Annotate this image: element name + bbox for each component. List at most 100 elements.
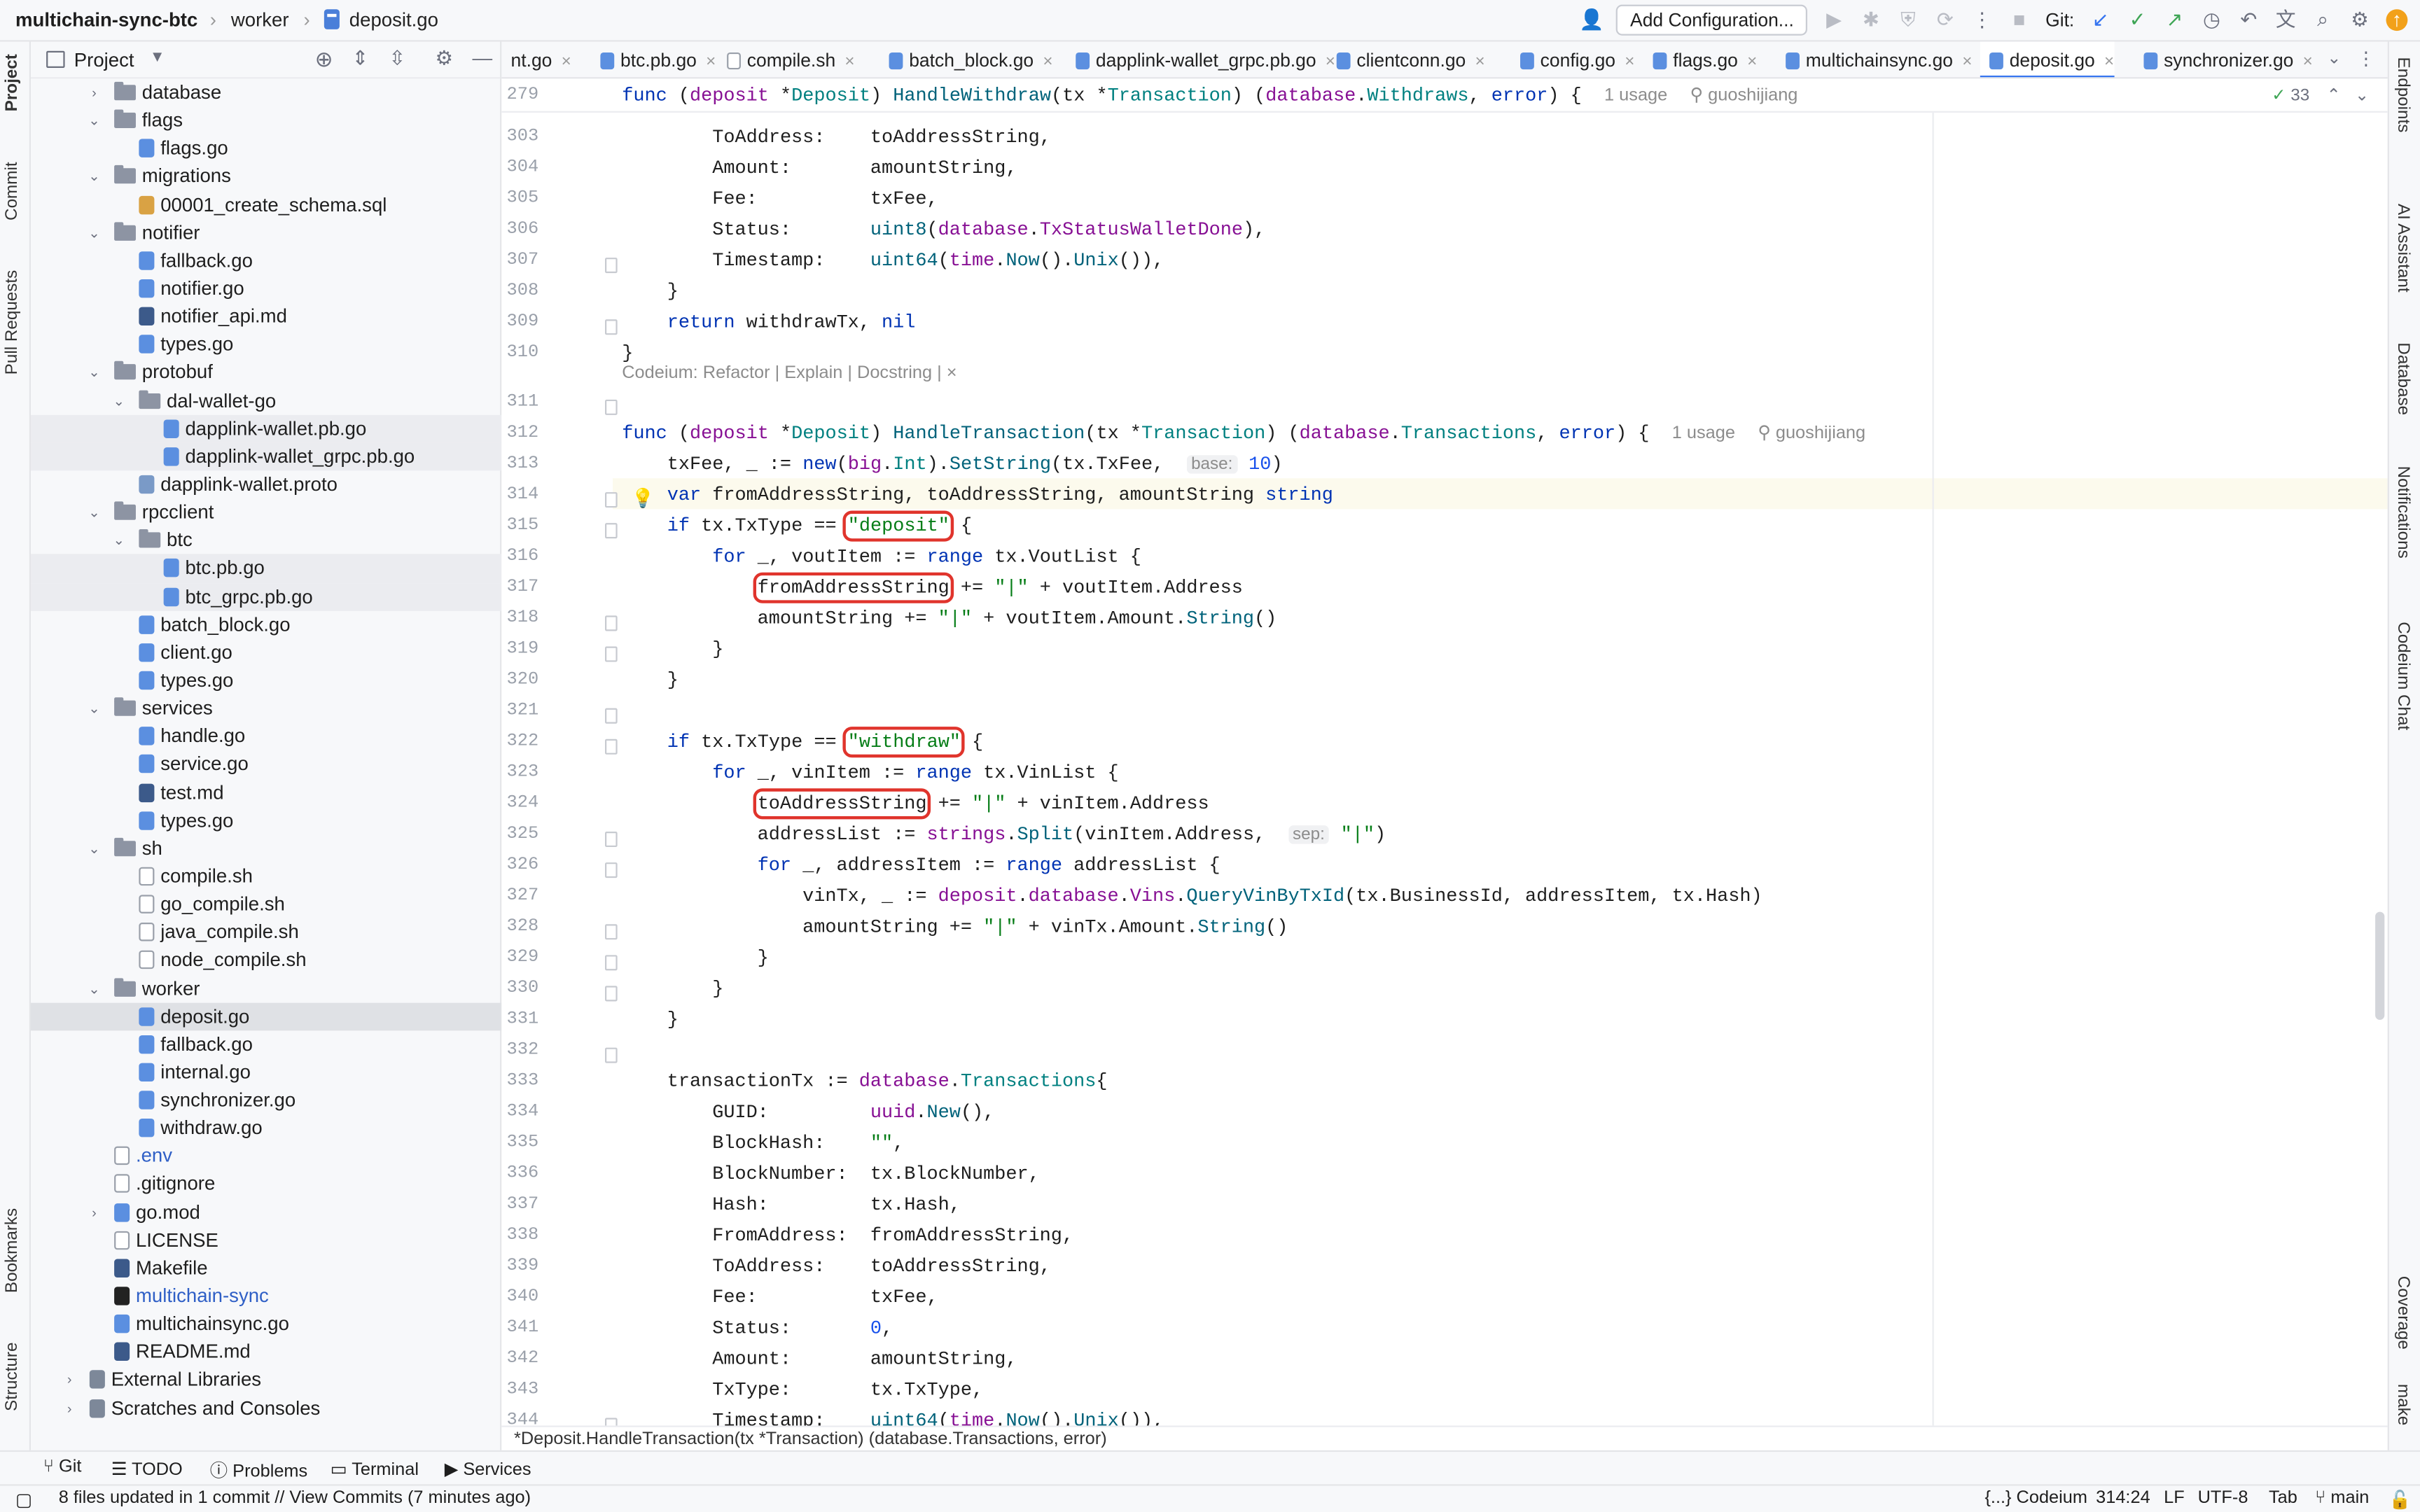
tree-item[interactable]: dapplink-wallet_grpc.pb.go: [31, 442, 502, 471]
fold-marker-icon[interactable]: [604, 319, 618, 335]
editor-tab[interactable]: synchronizer.go ×: [2134, 42, 2313, 78]
user-icon[interactable]: 👤: [1579, 8, 1604, 31]
tree-item[interactable]: › go.mod: [31, 1198, 501, 1226]
inspection-widget[interactable]: ✓ 33 ⌃ ⌄: [2272, 85, 2369, 104]
debug-icon[interactable]: ✱: [1861, 8, 1882, 31]
more-icon[interactable]: ⋮: [2357, 48, 2375, 69]
profile-icon[interactable]: ⟳: [1934, 8, 1956, 31]
tree-item[interactable]: types.go: [31, 806, 501, 834]
editor-tab[interactable]: batch_block.go ×: [879, 42, 1053, 78]
close-icon[interactable]: ×: [1043, 52, 1052, 71]
close-icon[interactable]: ×: [1625, 52, 1634, 71]
problems-tool-button[interactable]: ⓘ Problems: [210, 1458, 307, 1483]
file-encoding[interactable]: UTF-8: [2198, 1489, 2248, 1507]
code-editor[interactable]: 303 304 305 306 307 308 309 310 311 312 313 314 315 3…: [501, 78, 2388, 1426]
tree-item[interactable]: withdraw.go: [31, 1114, 501, 1142]
chevron-right-icon[interactable]: ›: [62, 1366, 77, 1394]
tree-item[interactable]: batch_block.go: [31, 610, 501, 638]
todo-tool-button[interactable]: ☰ TODO: [111, 1458, 183, 1479]
chevron-right-icon[interactable]: ›: [86, 1198, 102, 1226]
fold-marker-icon[interactable]: [604, 399, 618, 415]
tree-item[interactable]: LICENSE: [31, 1226, 501, 1254]
tree-item[interactable]: .env: [31, 1142, 501, 1170]
tree-item[interactable]: ⌄ migrations: [31, 162, 501, 190]
close-icon[interactable]: ×: [2303, 52, 2313, 71]
tree-item[interactable]: types.go: [31, 666, 501, 694]
editor-tab[interactable]: compile.sh ×: [718, 42, 855, 78]
tree-item[interactable]: ⌄ services: [31, 694, 501, 722]
tree-item[interactable]: notifier.go: [31, 274, 501, 302]
notifications-tool-tab[interactable]: Notifications: [2394, 466, 2412, 559]
database-tool-tab[interactable]: Database: [2394, 342, 2412, 415]
author-name[interactable]: guoshijiang: [1708, 86, 1797, 104]
tree-item[interactable]: java_compile.sh: [31, 918, 501, 946]
tree-item[interactable]: multichainsync.go: [31, 1310, 501, 1338]
chevron-down-icon[interactable]: ⌄: [86, 162, 102, 190]
endpoints-tool-tab[interactable]: Endpoints: [2394, 57, 2412, 133]
locate-icon[interactable]: ⊕: [315, 46, 333, 72]
fold-marker-icon[interactable]: [604, 955, 618, 971]
fold-marker-icon[interactable]: [604, 258, 618, 274]
codeium-chat-tool-tab[interactable]: Codeium Chat: [2394, 622, 2412, 730]
chevron-down-icon[interactable]: ⌄: [86, 974, 102, 1002]
coverage-icon[interactable]: ⛨: [1898, 8, 1919, 31]
tree-item[interactable]: ⌄ worker: [31, 974, 501, 1002]
chevron-right-icon[interactable]: ›: [86, 78, 102, 106]
editor-tab[interactable]: flags.go ×: [1643, 42, 1757, 78]
search-icon[interactable]: ⌕: [2312, 8, 2334, 31]
indent-setting[interactable]: Tab: [2269, 1489, 2297, 1507]
chevron-down-icon[interactable]: ⌄: [86, 694, 102, 722]
author-name-311[interactable]: guoshijiang: [1776, 424, 1865, 442]
close-icon[interactable]: ×: [1475, 52, 1484, 71]
chevron-down-icon[interactable]: ⌄: [86, 218, 102, 246]
close-icon[interactable]: ×: [2104, 52, 2114, 71]
stop-icon[interactable]: ■: [2008, 8, 2030, 31]
tree-item[interactable]: dapplink-wallet.proto: [31, 470, 501, 498]
line-separator[interactable]: LF: [2164, 1489, 2185, 1507]
hide-icon[interactable]: —: [472, 46, 492, 69]
tree-item[interactable]: › Scratches and Consoles: [31, 1394, 501, 1422]
rollback-icon[interactable]: ↶: [2238, 8, 2260, 31]
editor-tab[interactable]: multichainsync.go ×: [1776, 42, 1972, 78]
tree-item[interactable]: synchronizer.go: [31, 1086, 501, 1114]
status-message[interactable]: 8 files updated in 1 commit // View Comm…: [59, 1489, 531, 1507]
chevron-down-icon[interactable]: ⌄: [86, 834, 102, 862]
tabs-overflow-icon[interactable]: ⌄: [2327, 48, 2341, 68]
close-icon[interactable]: ×: [706, 52, 716, 71]
tree-item[interactable]: ⌄ flags: [31, 106, 501, 134]
git-branch[interactable]: ⑂ main: [2315, 1489, 2369, 1507]
tree-item[interactable]: service.go: [31, 750, 501, 778]
tree-item[interactable]: ⌄ sh: [31, 834, 501, 862]
tree-item[interactable]: ⌄ notifier: [31, 218, 501, 246]
tree-item[interactable]: fallback.go: [31, 1030, 501, 1058]
chevron-right-icon[interactable]: ›: [62, 1394, 77, 1422]
chevron-down-icon[interactable]: ⌄: [86, 106, 102, 134]
chevron-down-icon[interactable]: ⌄: [111, 526, 127, 554]
translate-icon[interactable]: 文: [2275, 8, 2297, 31]
fold-marker-icon[interactable]: [604, 492, 618, 508]
editor-tab[interactable]: btc.pb.go ×: [591, 42, 716, 78]
tree-item[interactable]: › database: [31, 78, 501, 106]
breadcrumb-file[interactable]: deposit.go: [349, 9, 438, 31]
more-actions-icon[interactable]: ⋮: [1971, 8, 1993, 31]
close-icon[interactable]: ×: [1962, 52, 1972, 71]
fold-marker-icon[interactable]: [604, 986, 618, 1002]
pull-requests-tool-tab[interactable]: Pull Requests: [3, 270, 21, 375]
expand-all-icon[interactable]: ⇕: [352, 46, 369, 71]
make-tool-tab[interactable]: make: [2394, 1384, 2412, 1425]
fold-marker-icon[interactable]: [604, 1047, 618, 1063]
editor-tab[interactable]: config.go ×: [1511, 42, 1634, 78]
fold-marker-icon[interactable]: [604, 615, 618, 631]
tree-item[interactable]: btc_grpc.pb.go: [31, 582, 502, 611]
editor-tab[interactable]: dapplink-wallet_grpc.pb.go ×: [1066, 42, 1335, 78]
update-icon[interactable]: ↑: [2386, 8, 2408, 31]
editor-scrollbar[interactable]: [2375, 911, 2385, 1020]
tree-item[interactable]: ⌄ rpcclient: [31, 498, 501, 526]
structure-tool-tab[interactable]: Structure: [3, 1343, 21, 1411]
fold-marker-icon[interactable]: [604, 646, 618, 662]
editor-tab[interactable]: clientconn.go ×: [1328, 42, 1485, 78]
tree-item[interactable]: › External Libraries: [31, 1366, 501, 1394]
terminal-tool-button[interactable]: ▭ Terminal: [331, 1458, 419, 1479]
close-icon[interactable]: ×: [844, 52, 854, 71]
gear-icon[interactable]: ⚙: [436, 46, 454, 71]
